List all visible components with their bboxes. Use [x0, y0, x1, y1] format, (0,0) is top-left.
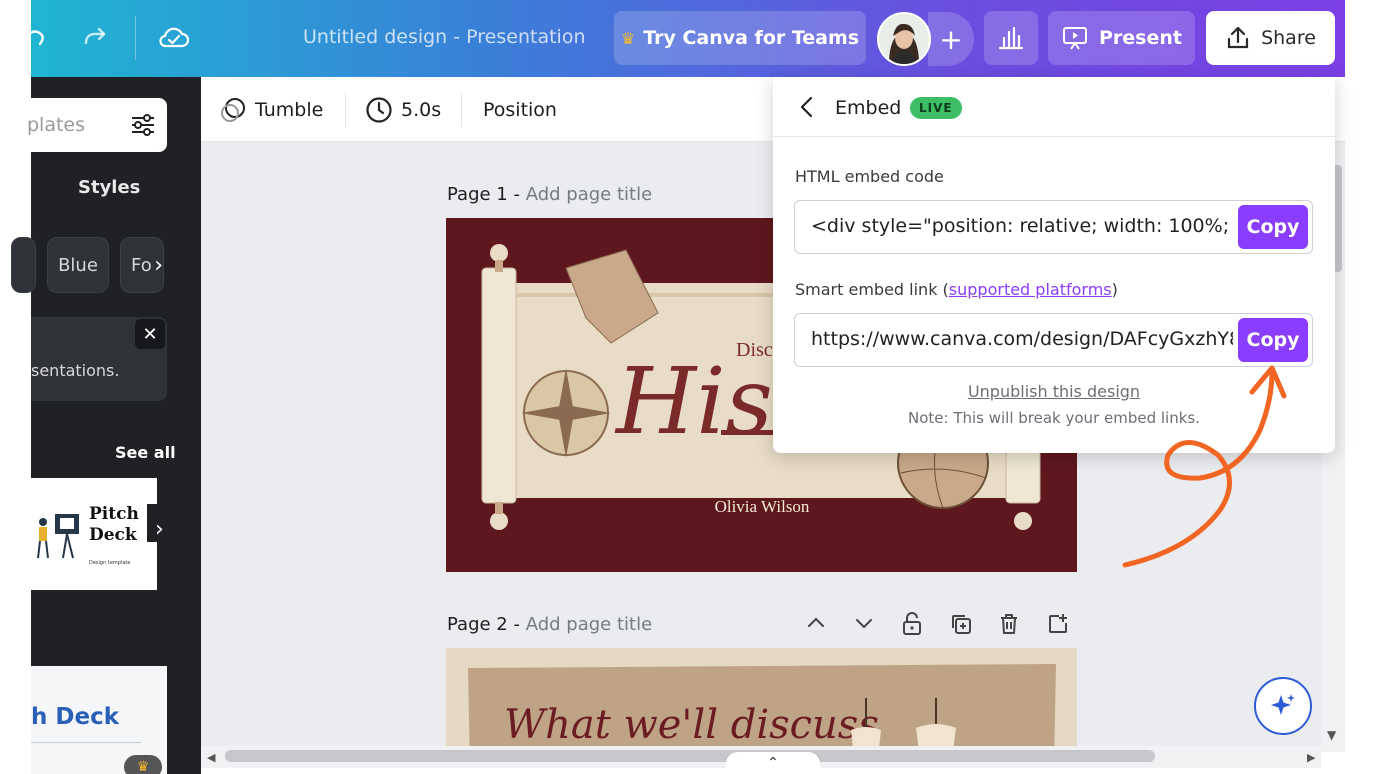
- thumbnail-title: h Deck: [31, 704, 120, 730]
- present-icon: [1063, 27, 1087, 50]
- template-search-input[interactable]: plates: [27, 98, 167, 152]
- slide-2-heading: What we'll discuss: [504, 702, 879, 748]
- chevron-right-icon[interactable]: ›: [155, 517, 164, 542]
- smart-embed-link-value: https://www.canva.com/design/DAFcyGxzhY8…: [811, 328, 1233, 350]
- scroll-down-icon[interactable]: ▼: [1327, 728, 1336, 742]
- embed-panel-header: Embed LIVE: [773, 77, 1335, 137]
- position-label: Position: [483, 99, 557, 121]
- style-chip[interactable]: [11, 237, 36, 293]
- present-button[interactable]: Present: [1048, 11, 1195, 65]
- live-status-badge: LIVE: [910, 97, 962, 119]
- undo-icon[interactable]: [17, 20, 53, 56]
- copy-smart-embed-button[interactable]: Copy: [1238, 318, 1308, 362]
- style-chip-fo-label: Fo: [131, 254, 152, 276]
- lock-icon[interactable]: [901, 612, 923, 641]
- embed-panel-title: Embed: [835, 97, 902, 119]
- back-arrow-icon[interactable]: [795, 95, 819, 119]
- redo-icon[interactable]: [78, 20, 114, 56]
- left-sidebar: plates Styles Blue Fo › sentations. ✕ Se…: [11, 77, 201, 774]
- clock-icon: [366, 97, 392, 123]
- thumbnail-title: Pitch Deck: [89, 504, 139, 545]
- smart-embed-link-field[interactable]: https://www.canva.com/design/DAFcyGxzhY8…: [794, 313, 1313, 367]
- thumbnail-subtitle: Design template: [89, 560, 131, 566]
- divider: [345, 93, 346, 127]
- tumble-animation-icon: [221, 98, 245, 122]
- scroll-right-icon[interactable]: ▶: [1307, 751, 1315, 764]
- page-2-label: Page 2 - Add page title: [447, 614, 652, 635]
- smart-embed-label-prefix: Smart embed link (: [795, 280, 949, 299]
- teams-label: Try Canva for Teams: [643, 27, 860, 49]
- divider: [31, 742, 141, 743]
- expand-notes-button[interactable]: ⌃: [726, 752, 820, 774]
- slide-1-author: Olivia Wilson: [715, 497, 810, 516]
- slide-2[interactable]: What we'll discuss: [446, 648, 1077, 752]
- smart-embed-label-suffix: ): [1111, 280, 1118, 299]
- template-thumbnail-deck[interactable]: h Deck ♛: [31, 666, 167, 774]
- sparkle-icon: [1271, 694, 1295, 715]
- style-chip-blue[interactable]: Blue: [47, 237, 109, 293]
- style-chip-fo[interactable]: Fo ›: [120, 237, 164, 293]
- notice-text: sentations.: [31, 361, 120, 380]
- html-embed-code-value: <div style="position: relative; width: 1…: [811, 215, 1233, 237]
- page-1-label: Page 1 - Add page title: [447, 184, 652, 205]
- html-embed-label: HTML embed code: [795, 167, 944, 186]
- page-2-prefix: Page 2 -: [447, 614, 526, 635]
- share-button[interactable]: Share: [1206, 11, 1335, 65]
- cloud-saved-icon[interactable]: [156, 20, 192, 56]
- premium-crown-icon: ♛: [124, 755, 162, 774]
- scroll-left-icon[interactable]: ◀: [207, 751, 215, 764]
- filter-icon[interactable]: [129, 111, 157, 139]
- html-embed-code-field[interactable]: <div style="position: relative; width: 1…: [794, 200, 1313, 254]
- search-placeholder: plates: [27, 114, 86, 136]
- top-bar: Untitled design - Presentation ♛ Try Can…: [26, 0, 1345, 77]
- horizontal-scroll-thumb[interactable]: [225, 750, 1155, 762]
- duration-label: 5.0s: [401, 99, 442, 121]
- document-title[interactable]: Untitled design - Presentation: [303, 26, 586, 48]
- add-collaborator-button[interactable]: +: [928, 12, 974, 66]
- insights-button[interactable]: [984, 11, 1038, 65]
- animation-button[interactable]: Tumble: [219, 95, 323, 125]
- magic-assistant-button[interactable]: [1254, 677, 1312, 735]
- delete-page-icon[interactable]: [998, 612, 1020, 641]
- share-label: Share: [1261, 27, 1316, 49]
- presenter-illustration-icon: [37, 514, 79, 559]
- see-all-link[interactable]: See all: [115, 443, 176, 462]
- move-up-icon[interactable]: [805, 612, 827, 639]
- template-thumbnail-pitch-deck[interactable]: Pitch Deck Design template: [31, 478, 157, 590]
- styles-heading: Styles: [78, 177, 141, 198]
- info-notice: sentations. ✕: [31, 317, 167, 401]
- user-avatar[interactable]: [877, 12, 931, 66]
- duplicate-page-icon[interactable]: [949, 612, 973, 641]
- crown-icon: ♛: [620, 28, 636, 48]
- present-label: Present: [1099, 27, 1182, 49]
- smart-embed-label: Smart embed link (supported platforms): [795, 280, 1118, 299]
- supported-platforms-link[interactable]: supported platforms: [949, 280, 1112, 299]
- duration-button[interactable]: 5.0s: [365, 95, 441, 125]
- canva-editor: Untitled design - Presentation ♛ Try Can…: [0, 0, 1376, 774]
- slide-2-artwork: What we'll discuss: [468, 664, 1056, 752]
- chevron-up-icon: ⌃: [767, 755, 779, 771]
- annotation-arrow-icon: [1122, 365, 1287, 568]
- bar-chart-icon: [998, 26, 1024, 50]
- divider: [135, 16, 136, 60]
- chevron-right-icon[interactable]: ›: [154, 253, 163, 278]
- copy-html-embed-button[interactable]: Copy: [1238, 205, 1308, 249]
- add-page-icon[interactable]: [1046, 612, 1070, 641]
- share-upload-icon: [1227, 26, 1249, 49]
- slide-1-title-fragment: His: [614, 348, 773, 455]
- page-2-title-input[interactable]: Add page title: [526, 614, 652, 635]
- close-icon[interactable]: ✕: [135, 319, 165, 349]
- page-1-prefix: Page 1 -: [447, 184, 526, 205]
- divider: [461, 93, 462, 127]
- move-down-icon[interactable]: [853, 612, 875, 639]
- page-1-title-input[interactable]: Add page title: [526, 184, 652, 205]
- position-button[interactable]: Position: [483, 95, 557, 125]
- try-canva-teams-button[interactable]: ♛ Try Canva for Teams: [614, 11, 866, 65]
- animation-label: Tumble: [255, 99, 324, 121]
